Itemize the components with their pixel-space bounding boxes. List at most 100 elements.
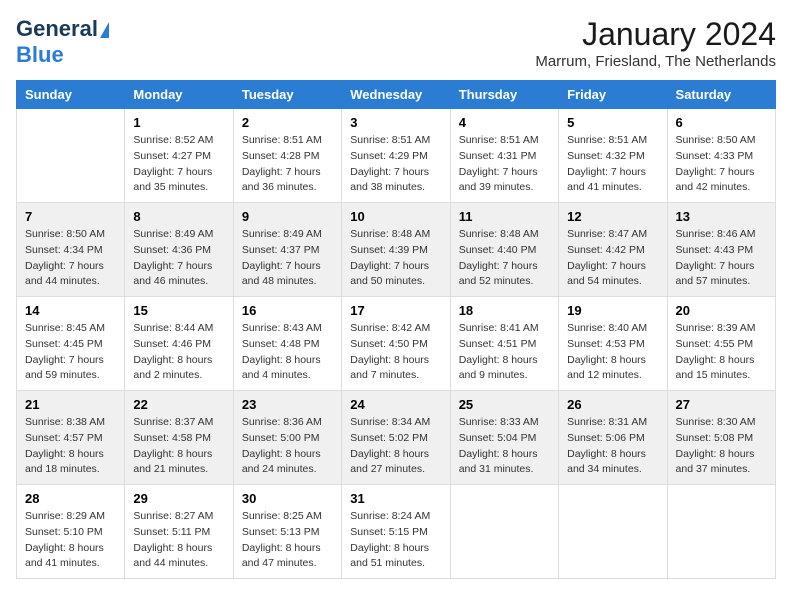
day-number: 23 — [242, 397, 333, 412]
weekday-header-saturday: Saturday — [667, 81, 775, 109]
day-info: Sunrise: 8:43 AMSunset: 4:48 PMDaylight:… — [242, 321, 333, 384]
logo-arrow-icon — [100, 22, 109, 38]
day-info: Sunrise: 8:50 AMSunset: 4:34 PMDaylight:… — [25, 227, 116, 290]
weekday-header-friday: Friday — [559, 81, 667, 109]
day-info: Sunrise: 8:50 AMSunset: 4:33 PMDaylight:… — [676, 133, 767, 196]
day-info: Sunrise: 8:40 AMSunset: 4:53 PMDaylight:… — [567, 321, 658, 384]
calendar-cell: 18 Sunrise: 8:41 AMSunset: 4:51 PMDayligh… — [450, 297, 558, 391]
calendar-cell — [559, 485, 667, 579]
day-info: Sunrise: 8:36 AMSunset: 5:00 PMDaylight:… — [242, 415, 333, 478]
day-number: 29 — [133, 491, 224, 506]
day-info: Sunrise: 8:48 AMSunset: 4:39 PMDaylight:… — [350, 227, 441, 290]
day-info: Sunrise: 8:47 AMSunset: 4:42 PMDaylight:… — [567, 227, 658, 290]
day-number: 25 — [459, 397, 550, 412]
calendar-cell: 26 Sunrise: 8:31 AMSunset: 5:06 PMDayligh… — [559, 391, 667, 485]
calendar-cell: 29 Sunrise: 8:27 AMSunset: 5:11 PMDayligh… — [125, 485, 233, 579]
calendar-week-row: 14 Sunrise: 8:45 AMSunset: 4:45 PMDayligh… — [17, 297, 776, 391]
day-info: Sunrise: 8:34 AMSunset: 5:02 PMDaylight:… — [350, 415, 441, 478]
day-number: 17 — [350, 303, 441, 318]
day-number: 15 — [133, 303, 224, 318]
day-number: 9 — [242, 209, 333, 224]
day-info: Sunrise: 8:51 AMSunset: 4:29 PMDaylight:… — [350, 133, 441, 196]
day-info: Sunrise: 8:29 AMSunset: 5:10 PMDaylight:… — [25, 509, 116, 572]
day-number: 6 — [676, 115, 767, 130]
weekday-header-tuesday: Tuesday — [233, 81, 341, 109]
calendar-week-row: 21 Sunrise: 8:38 AMSunset: 4:57 PMDayligh… — [17, 391, 776, 485]
calendar-cell: 11 Sunrise: 8:48 AMSunset: 4:40 PMDayligh… — [450, 203, 558, 297]
calendar-cell: 1 Sunrise: 8:52 AMSunset: 4:27 PMDaylight… — [125, 109, 233, 203]
day-info: Sunrise: 8:42 AMSunset: 4:50 PMDaylight:… — [350, 321, 441, 384]
calendar-cell: 9 Sunrise: 8:49 AMSunset: 4:37 PMDaylight… — [233, 203, 341, 297]
calendar-week-row: 28 Sunrise: 8:29 AMSunset: 5:10 PMDayligh… — [17, 485, 776, 579]
calendar-cell: 28 Sunrise: 8:29 AMSunset: 5:10 PMDayligh… — [17, 485, 125, 579]
weekday-header-monday: Monday — [125, 81, 233, 109]
calendar-cell: 16 Sunrise: 8:43 AMSunset: 4:48 PMDayligh… — [233, 297, 341, 391]
day-number: 14 — [25, 303, 116, 318]
day-number: 13 — [676, 209, 767, 224]
day-info: Sunrise: 8:41 AMSunset: 4:51 PMDaylight:… — [459, 321, 550, 384]
day-info: Sunrise: 8:33 AMSunset: 5:04 PMDaylight:… — [459, 415, 550, 478]
weekday-header-sunday: Sunday — [17, 81, 125, 109]
day-number: 31 — [350, 491, 441, 506]
day-info: Sunrise: 8:45 AMSunset: 4:45 PMDaylight:… — [25, 321, 116, 384]
calendar-table: SundayMondayTuesdayWednesdayThursdayFrid… — [16, 80, 776, 579]
calendar-cell: 25 Sunrise: 8:33 AMSunset: 5:04 PMDayligh… — [450, 391, 558, 485]
calendar-cell: 5Sunrise: 8:51 AMSunset: 4:32 PMDaylight… — [559, 109, 667, 203]
day-info: Sunrise: 8:52 AMSunset: 4:27 PMDaylight:… — [133, 133, 224, 196]
day-info: Sunrise: 8:48 AMSunset: 4:40 PMDaylight:… — [459, 227, 550, 290]
day-info: Sunrise: 8:39 AMSunset: 4:55 PMDaylight:… — [676, 321, 767, 384]
calendar-cell: 27 Sunrise: 8:30 AMSunset: 5:08 PMDayligh… — [667, 391, 775, 485]
day-info: Sunrise: 8:49 AMSunset: 4:37 PMDaylight:… — [242, 227, 333, 290]
day-number: 18 — [459, 303, 550, 318]
calendar-cell: 17 Sunrise: 8:42 AMSunset: 4:50 PMDayligh… — [342, 297, 450, 391]
day-number: 10 — [350, 209, 441, 224]
day-info: Sunrise: 8:38 AMSunset: 4:57 PMDaylight:… — [25, 415, 116, 478]
day-info: Sunrise: 8:30 AMSunset: 5:08 PMDaylight:… — [676, 415, 767, 478]
day-info: Sunrise: 8:51 AMSunset: 4:32 PMDaylight:… — [567, 133, 658, 196]
day-info: Sunrise: 8:24 AMSunset: 5:15 PMDaylight:… — [350, 509, 441, 572]
day-info: Sunrise: 8:25 AMSunset: 5:13 PMDaylight:… — [242, 509, 333, 572]
day-info: Sunrise: 8:51 AMSunset: 4:28 PMDaylight:… — [242, 133, 333, 196]
calendar-cell: 2Sunrise: 8:51 AMSunset: 4:28 PMDaylight… — [233, 109, 341, 203]
day-number: 21 — [25, 397, 116, 412]
calendar-title: January 2024 — [535, 16, 776, 53]
day-number: 26 — [567, 397, 658, 412]
day-number: 30 — [242, 491, 333, 506]
day-info: Sunrise: 8:31 AMSunset: 5:06 PMDaylight:… — [567, 415, 658, 478]
calendar-cell: 8Sunrise: 8:49 AMSunset: 4:36 PMDaylight… — [125, 203, 233, 297]
calendar-cell — [667, 485, 775, 579]
weekday-header-row: SundayMondayTuesdayWednesdayThursdayFrid… — [17, 81, 776, 109]
day-number: 28 — [25, 491, 116, 506]
day-info: Sunrise: 8:27 AMSunset: 5:11 PMDaylight:… — [133, 509, 224, 572]
calendar-cell: 30 Sunrise: 8:25 AMSunset: 5:13 PMDayligh… — [233, 485, 341, 579]
day-number: 27 — [676, 397, 767, 412]
day-number: 11 — [459, 209, 550, 224]
day-number: 12 — [567, 209, 658, 224]
page-header: General Blue January 2024 Marrum, Friesl… — [16, 16, 776, 70]
day-number: 16 — [242, 303, 333, 318]
day-number: 22 — [133, 397, 224, 412]
calendar-week-row: 7Sunrise: 8:50 AMSunset: 4:34 PMDaylight… — [17, 203, 776, 297]
logo: General Blue — [16, 16, 109, 68]
day-number: 19 — [567, 303, 658, 318]
calendar-cell: 7Sunrise: 8:50 AMSunset: 4:34 PMDaylight… — [17, 203, 125, 297]
calendar-cell: 24Sunrise: 8:34 AMSunset: 5:02 PMDayligh… — [342, 391, 450, 485]
calendar-cell: 12 Sunrise: 8:47 AMSunset: 4:42 PMDayligh… — [559, 203, 667, 297]
day-info: Sunrise: 8:46 AMSunset: 4:43 PMDaylight:… — [676, 227, 767, 290]
calendar-cell: 13 Sunrise: 8:46 AMSunset: 4:43 PMDayligh… — [667, 203, 775, 297]
calendar-cell: 21 Sunrise: 8:38 AMSunset: 4:57 PMDayligh… — [17, 391, 125, 485]
calendar-subtitle: Marrum, Friesland, The Netherlands — [535, 53, 776, 70]
title-block: January 2024 Marrum, Friesland, The Neth… — [535, 16, 776, 70]
day-number: 20 — [676, 303, 767, 318]
calendar-cell: 6 Sunrise: 8:50 AMSunset: 4:33 PMDaylight… — [667, 109, 775, 203]
calendar-cell: 20 Sunrise: 8:39 AMSunset: 4:55 PMDayligh… — [667, 297, 775, 391]
logo-blue: Blue — [16, 42, 64, 67]
calendar-cell: 4Sunrise: 8:51 AMSunset: 4:31 PMDaylight… — [450, 109, 558, 203]
calendar-cell: 14 Sunrise: 8:45 AMSunset: 4:45 PMDayligh… — [17, 297, 125, 391]
day-number: 4 — [459, 115, 550, 130]
day-number: 1 — [133, 115, 224, 130]
calendar-cell — [17, 109, 125, 203]
calendar-cell: 31 Sunrise: 8:24 AMSunset: 5:15 PMDayligh… — [342, 485, 450, 579]
calendar-cell: 3Sunrise: 8:51 AMSunset: 4:29 PMDaylight… — [342, 109, 450, 203]
calendar-cell: 19 Sunrise: 8:40 AMSunset: 4:53 PMDayligh… — [559, 297, 667, 391]
